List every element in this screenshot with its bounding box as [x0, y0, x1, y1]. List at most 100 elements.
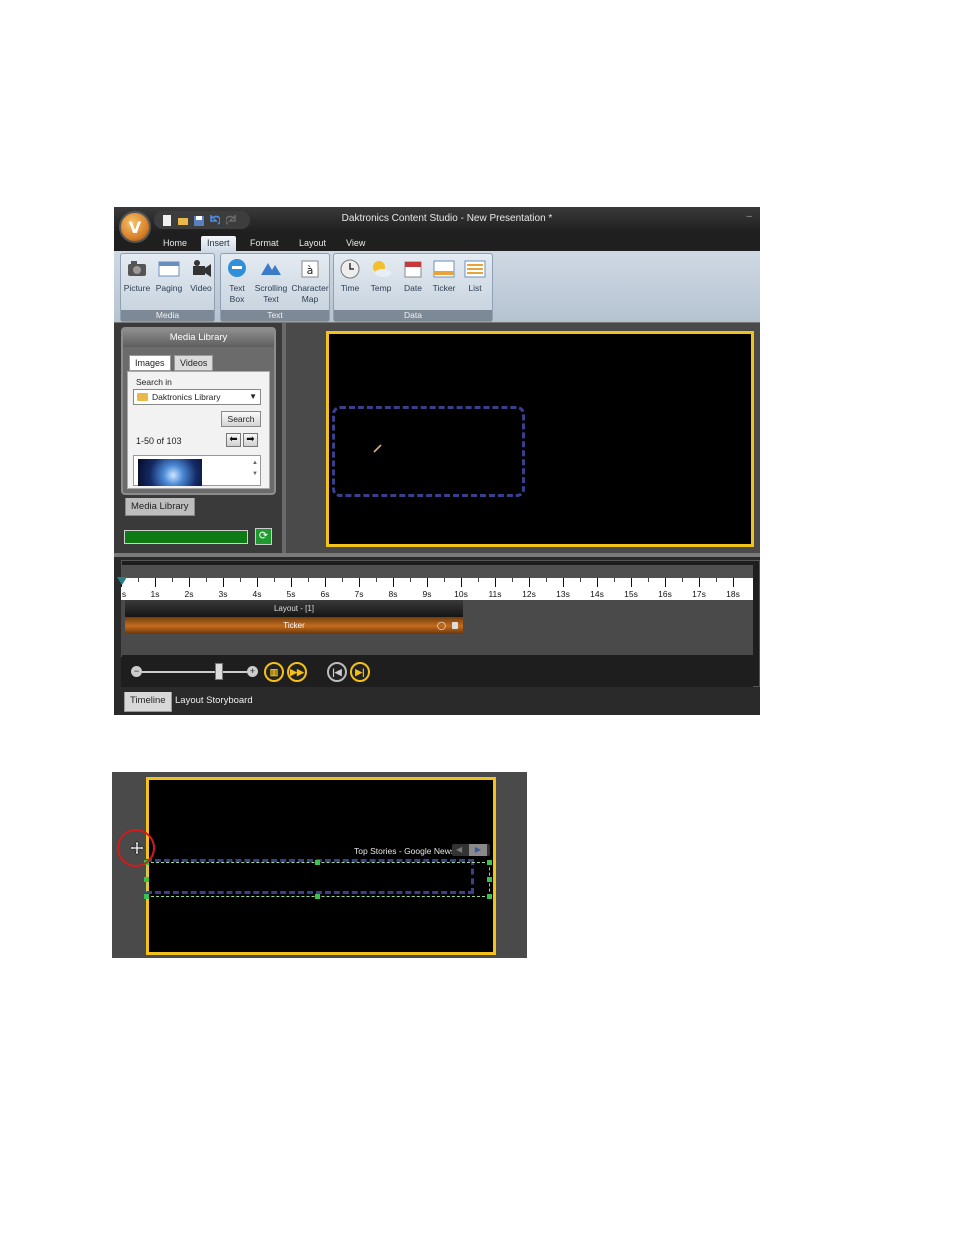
selection-box[interactable]: [146, 862, 490, 897]
visibility-icon[interactable]: ◯: [437, 618, 446, 634]
skip-forward-icon: ▶|: [355, 667, 365, 677]
resize-handle[interactable]: [315, 860, 320, 865]
search-button[interactable]: Search: [221, 411, 261, 427]
resize-handle[interactable]: [315, 894, 320, 899]
time-ruler[interactable]: s 1s 2s 3s 4s 5s 6s 7s 8s 9s 10s 11s 12s: [121, 578, 753, 600]
ruler-tick: [189, 578, 190, 587]
fit-timeline-button[interactable]: ▥: [264, 662, 284, 682]
ticker-track[interactable]: Ticker ◯: [125, 618, 463, 634]
ruler-minor-tick: [444, 578, 445, 582]
media-library-panel: Media Library Images Videos Search in Da…: [121, 327, 276, 495]
ruler-tick-label: 1s: [150, 589, 160, 599]
ruler-tick-label: 4s: [252, 589, 262, 599]
scrolling-text-button[interactable]: Scrolling Text: [253, 258, 289, 305]
library-dropdown[interactable]: Daktronics Library ▼: [133, 389, 261, 405]
resize-handle[interactable]: [487, 877, 492, 882]
tab-view[interactable]: View: [340, 236, 371, 251]
arrow-right-icon[interactable]: ▶: [469, 844, 487, 856]
arrow-left-icon[interactable]: ◀: [456, 845, 462, 854]
film-icon: ▥: [269, 667, 279, 677]
timeline-header: [121, 565, 753, 578]
zoom-slider-track[interactable]: [142, 671, 247, 673]
presentation-stage[interactable]: [326, 331, 754, 547]
paging-icon: [158, 261, 180, 277]
ruler-tick: [393, 578, 394, 587]
tab-home[interactable]: Home: [157, 236, 193, 251]
ribbon: Picture Paging Video Media Text Box Scro…: [114, 251, 760, 323]
ruler-tick-label: s: [121, 589, 127, 599]
next-slide-button[interactable]: ▶|: [350, 662, 370, 682]
move-cursor-icon: [130, 841, 144, 855]
lock-icon[interactable]: [452, 622, 458, 629]
text-box-button[interactable]: Text Box: [221, 258, 253, 305]
tab-layout-storyboard[interactable]: Layout Storyboard: [175, 695, 253, 706]
ruler-minor-tick: [682, 578, 683, 582]
minimize-button[interactable]: –: [746, 211, 752, 222]
media-library-tab[interactable]: Media Library: [125, 498, 195, 516]
ticker-feed-navigation[interactable]: ◀ ▶: [452, 844, 490, 856]
zoom-out-button[interactable]: −: [131, 666, 142, 677]
list-button[interactable]: List: [459, 258, 491, 294]
resize-handle[interactable]: [487, 860, 492, 865]
scrolling-text-icon: [261, 263, 281, 275]
ruler-tick-label: 3s: [218, 589, 228, 599]
paging-label: Paging: [155, 283, 183, 293]
layout-track[interactable]: Layout - [1]: [125, 600, 463, 617]
scrollbar-arrows-icon[interactable]: ▲ ▼: [252, 458, 258, 480]
refresh-button[interactable]: ⟳: [255, 528, 272, 545]
ruler-minor-tick: [410, 578, 411, 582]
paging-button[interactable]: Paging: [153, 258, 185, 294]
ticker-track-label: Ticker: [283, 621, 305, 630]
character-map-button[interactable]: à Character Map: [291, 258, 329, 305]
ruler-tick-label: 15s: [624, 589, 638, 599]
data-group-label: Data: [334, 310, 492, 321]
presentation-stage-zoomed[interactable]: Top Stories - Google News ◀ ▶: [144, 777, 496, 955]
tab-insert[interactable]: Insert: [201, 236, 236, 251]
resize-handle[interactable]: [144, 877, 149, 882]
progress-bar: [124, 530, 248, 544]
media-thumbnail[interactable]: [138, 459, 202, 486]
previous-slide-button[interactable]: |◀: [327, 662, 347, 682]
ruler-tick: [223, 578, 224, 587]
tab-timeline[interactable]: Timeline: [124, 692, 172, 712]
calendar-icon: [404, 261, 422, 278]
tab-layout[interactable]: Layout: [293, 236, 332, 251]
ruler-minor-tick: [512, 578, 513, 582]
application-menu-button[interactable]: V: [119, 211, 151, 243]
previous-page-button[interactable]: ⬅: [226, 433, 241, 447]
media-library-title: Media Library: [123, 329, 274, 347]
zoom-in-button[interactable]: +: [247, 666, 258, 677]
tab-videos[interactable]: Videos: [174, 355, 214, 371]
list-icon: [464, 260, 486, 278]
time-button[interactable]: Time: [334, 258, 366, 294]
playhead-marker[interactable]: [117, 577, 127, 585]
ruler-minor-tick: [614, 578, 615, 582]
media-group-label: Media: [121, 310, 214, 321]
ruler-tick-label: 5s: [286, 589, 296, 599]
tab-images[interactable]: Images: [129, 355, 171, 371]
picture-button[interactable]: Picture: [121, 258, 153, 294]
fast-forward-button[interactable]: ▶▶: [287, 662, 307, 682]
date-button[interactable]: Date: [397, 258, 429, 294]
pen-cursor-icon: [373, 444, 382, 453]
resize-handle[interactable]: [487, 894, 492, 899]
ruler-tick-label: 8s: [388, 589, 398, 599]
time-label: Time: [340, 283, 360, 293]
search-in-label: Search in: [136, 377, 172, 387]
next-page-button[interactable]: ➡: [243, 433, 258, 447]
tab-format[interactable]: Format: [244, 236, 285, 251]
ruler-minor-tick: [648, 578, 649, 582]
thumbnail-list[interactable]: ▲ ▼: [133, 455, 261, 486]
app-window: Daktronics Content Studio - New Presenta…: [114, 207, 760, 715]
weather-icon: [373, 261, 391, 277]
scrolling-text-label: Scrolling Text: [254, 283, 288, 304]
ruler-tick: [699, 578, 700, 587]
resize-handle[interactable]: [144, 894, 149, 899]
ticker-button[interactable]: Ticker: [428, 258, 460, 294]
video-button[interactable]: Video: [185, 258, 217, 294]
list-label: List: [468, 283, 482, 293]
ticker-placeholder-region[interactable]: [332, 406, 525, 497]
ruler-tick-label: 2s: [184, 589, 194, 599]
zoom-slider-thumb[interactable]: [215, 663, 223, 680]
temp-button[interactable]: Temp: [365, 258, 397, 294]
